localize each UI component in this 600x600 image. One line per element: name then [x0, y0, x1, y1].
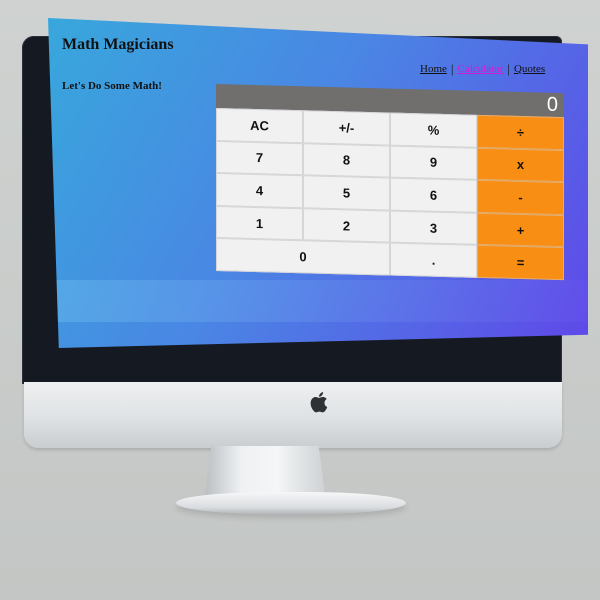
app-title: Math Magicians	[62, 36, 174, 53]
key-subtract[interactable]: -	[477, 180, 564, 215]
key-5[interactable]: 5	[303, 175, 390, 211]
key-4[interactable]: 4	[216, 173, 303, 209]
app-screen: Math Magicians Home | Calculator | Quote…	[48, 18, 588, 348]
key-1[interactable]: 1	[216, 205, 303, 241]
key-equals[interactable]: =	[477, 245, 564, 281]
key-8[interactable]: 8	[303, 142, 390, 178]
nav-link-home[interactable]: Home	[420, 63, 447, 75]
key-3[interactable]: 3	[390, 210, 477, 246]
screen-band	[48, 280, 588, 322]
calculator: 0 AC +/- % ÷ 7 8 9 x 4 5 6 - 1 2 3 + 0 .…	[216, 84, 564, 281]
nav-separator: |	[450, 61, 454, 76]
key-multiply[interactable]: x	[477, 147, 564, 183]
key-9[interactable]: 9	[390, 145, 477, 181]
key-percent[interactable]: %	[390, 112, 477, 148]
nav-link-quotes[interactable]: Quotes	[514, 63, 545, 75]
key-6[interactable]: 6	[390, 177, 477, 213]
key-7[interactable]: 7	[216, 140, 303, 176]
key-0[interactable]: 0	[216, 238, 390, 276]
monitor-base	[176, 492, 406, 514]
apple-logo-icon	[310, 392, 328, 413]
main-nav: Home | Calculator | Quotes	[420, 61, 545, 77]
key-add[interactable]: +	[477, 212, 564, 248]
page-subtitle: Let's Do Some Math!	[62, 80, 162, 92]
key-sign[interactable]: +/-	[303, 110, 390, 146]
nav-separator: |	[507, 61, 510, 76]
calculator-keypad: AC +/- % ÷ 7 8 9 x 4 5 6 - 1 2 3 + 0 . =	[216, 108, 564, 281]
nav-link-calculator[interactable]: Calculator	[458, 63, 504, 75]
key-decimal[interactable]: .	[390, 242, 477, 278]
key-divide[interactable]: ÷	[477, 114, 564, 150]
monitor-chin	[24, 382, 562, 448]
key-ac[interactable]: AC	[216, 108, 303, 143]
key-2[interactable]: 2	[303, 208, 390, 243]
